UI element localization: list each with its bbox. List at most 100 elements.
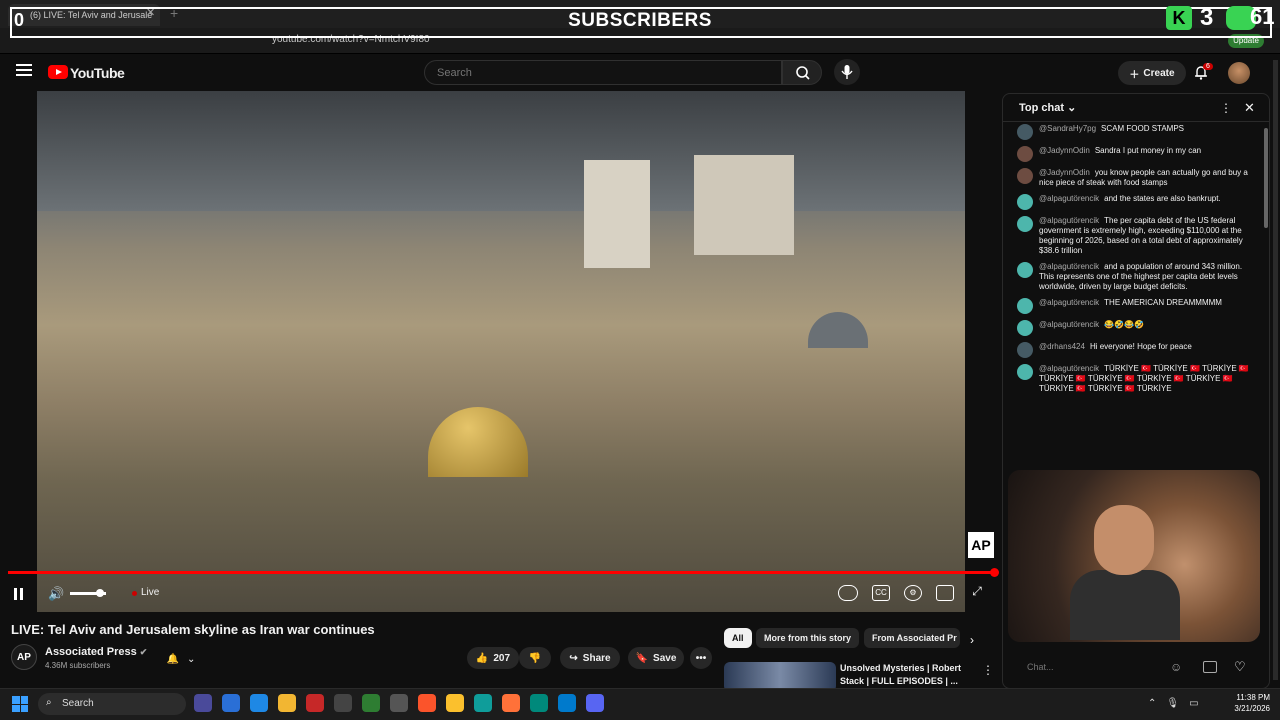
like-count: 207 xyxy=(493,652,511,664)
chat-title: Top chat xyxy=(1019,102,1065,114)
app-icon[interactable] xyxy=(222,694,240,712)
system-tray: ⌃ 🎙 ▭ xyxy=(1148,698,1199,709)
clock-date: 3/21/2026 xyxy=(1234,704,1270,713)
fullscreen-icon[interactable]: ⤢ xyxy=(968,585,986,601)
chat-mode-dropdown[interactable]: Top chat ⌄ xyxy=(1019,101,1076,114)
super-chat-icon[interactable] xyxy=(1203,661,1217,673)
filter-chip-all[interactable]: All xyxy=(724,628,752,648)
copilot-icon[interactable] xyxy=(194,694,212,712)
app-icon[interactable] xyxy=(530,694,548,712)
chat-input[interactable] xyxy=(1017,656,1167,678)
youtube-brand[interactable]: YouTube xyxy=(70,65,125,81)
firefox-icon[interactable] xyxy=(502,694,520,712)
chevron-down-icon: ⌄ xyxy=(1067,102,1077,114)
kick-icon: K xyxy=(1166,6,1192,30)
page-scrollbar[interactable] xyxy=(1273,60,1278,680)
search-icon: ⌕ xyxy=(46,697,52,708)
chat-username[interactable]: @SandraHy7pg xyxy=(1039,124,1096,133)
chevron-up-icon[interactable]: ⌃ xyxy=(1148,698,1156,709)
captions-icon[interactable]: CC xyxy=(872,585,890,601)
file-explorer-icon[interactable] xyxy=(278,694,296,712)
youtube-logo-icon[interactable] xyxy=(48,65,68,79)
search-icon xyxy=(796,66,810,80)
discord-icon[interactable] xyxy=(586,694,604,712)
settings-gear-icon[interactable]: ⚙ xyxy=(904,585,922,601)
chat-username[interactable]: @alpagutörencik xyxy=(1039,364,1099,373)
chat-scrollbar[interactable] xyxy=(1264,128,1268,228)
chat-message: @alpagutörencik THE AMERICAN DREAMMMMM xyxy=(1017,298,1249,314)
app-icon[interactable] xyxy=(362,694,380,712)
hamburger-menu-icon[interactable] xyxy=(16,64,32,76)
live-label[interactable]: Live xyxy=(141,587,159,598)
chat-username[interactable]: @drhans424 xyxy=(1039,342,1085,351)
share-arrow-icon: ↪ xyxy=(569,652,578,664)
app-icon[interactable] xyxy=(250,694,268,712)
channel-avatar[interactable]: AP xyxy=(11,644,37,670)
channel-subscriber-count: 4.36M subscribers xyxy=(45,661,111,670)
chrome-icon[interactable] xyxy=(446,694,464,712)
chat-username[interactable]: @alpagutörencik xyxy=(1039,320,1099,329)
dislike-button[interactable]: 👎 xyxy=(519,647,551,669)
chat-menu-icon[interactable]: ⋮ xyxy=(1220,101,1232,115)
miniplayer-icon[interactable] xyxy=(936,585,954,601)
chat-user-avatar xyxy=(1017,342,1033,358)
recommendation-title[interactable]: Unsolved Mysteries | Robert Stack | FULL… xyxy=(840,662,970,688)
chat-user-avatar xyxy=(1017,146,1033,162)
windows-start-icon[interactable] xyxy=(12,696,28,712)
live-indicator-dot xyxy=(132,591,137,596)
voice-search-button[interactable] xyxy=(834,59,860,85)
chat-username[interactable]: @alpagutörencik xyxy=(1039,194,1099,203)
create-button[interactable]: ＋ Create xyxy=(1118,61,1186,85)
chat-message: @drhans424 Hi everyone! Hope for peace xyxy=(1017,342,1249,358)
windows-taskbar xyxy=(0,688,1280,720)
bookmark-icon: 🔖 xyxy=(635,652,649,664)
channel-name[interactable]: Associated Press ✔ xyxy=(45,646,147,658)
chat-text: and the states are also bankrupt. xyxy=(1104,194,1221,203)
vscode-icon[interactable] xyxy=(558,694,576,712)
taskbar-search[interactable]: Search xyxy=(38,693,186,715)
search-input[interactable] xyxy=(424,60,782,85)
chat-username[interactable]: @alpagutörencik xyxy=(1039,262,1099,271)
chat-user-avatar xyxy=(1017,168,1033,184)
recommendation-menu-icon[interactable]: ⋮ xyxy=(982,663,994,677)
emoji-icon[interactable]: ☺ xyxy=(1170,660,1182,674)
volume-slider-handle[interactable] xyxy=(96,589,104,597)
plus-icon: ＋ xyxy=(1129,69,1140,81)
chat-username[interactable]: @JadynnOdin xyxy=(1039,168,1090,177)
chat-text: Hi everyone! Hope for peace xyxy=(1089,342,1192,351)
more-actions-button[interactable]: ••• xyxy=(690,647,712,669)
filter-chip-from-channel[interactable]: From Associated Pr xyxy=(864,628,960,648)
chat-text: Sandra I put money in my can xyxy=(1094,146,1202,155)
network-icon[interactable]: ▭ xyxy=(1189,698,1198,709)
autoplay-toggle-icon[interactable] xyxy=(838,585,858,601)
app-icon[interactable] xyxy=(390,694,408,712)
app-icon[interactable] xyxy=(334,694,352,712)
subscribed-bell-button[interactable]: 🔔 ⌄ xyxy=(160,648,202,670)
pause-icon[interactable] xyxy=(14,587,26,600)
close-icon[interactable]: ✕ xyxy=(1244,100,1255,116)
filter-chip-more-from-story[interactable]: More from this story xyxy=(756,628,860,648)
heart-icon[interactable]: ♡ xyxy=(1234,659,1246,675)
user-avatar[interactable] xyxy=(1228,62,1250,84)
chat-message: @alpagutörencik The per capita debt of th… xyxy=(1017,216,1249,256)
volume-icon[interactable]: 🔊 xyxy=(48,586,64,602)
progress-scrubber-handle[interactable] xyxy=(990,568,999,577)
share-button[interactable]: ↪ Share xyxy=(560,647,620,669)
app-icon[interactable] xyxy=(306,694,324,712)
player-controls-right: CC ⚙ ⤢ xyxy=(838,585,986,601)
chat-user-avatar xyxy=(1017,320,1033,336)
thumbs-up-icon: 👍 xyxy=(475,652,489,664)
video-frame-building xyxy=(584,160,650,268)
chat-username[interactable]: @alpagutörencik xyxy=(1039,216,1099,225)
brave-icon[interactable] xyxy=(418,694,436,712)
taskbar-clock[interactable]: 11:38 PM 3/21/2026 xyxy=(1222,692,1270,714)
search-button[interactable] xyxy=(782,60,822,85)
microphone-icon[interactable]: 🎙 xyxy=(1166,698,1179,709)
save-button[interactable]: 🔖 Save xyxy=(628,647,684,669)
video-progress-bar[interactable] xyxy=(8,571,996,574)
edge-icon[interactable] xyxy=(474,694,492,712)
chat-username[interactable]: @JadynnOdin xyxy=(1039,146,1090,155)
chat-username[interactable]: @alpagutörencik xyxy=(1039,298,1099,307)
like-button[interactable]: 👍 207 xyxy=(467,647,519,669)
chevron-right-icon[interactable]: › xyxy=(970,633,974,647)
